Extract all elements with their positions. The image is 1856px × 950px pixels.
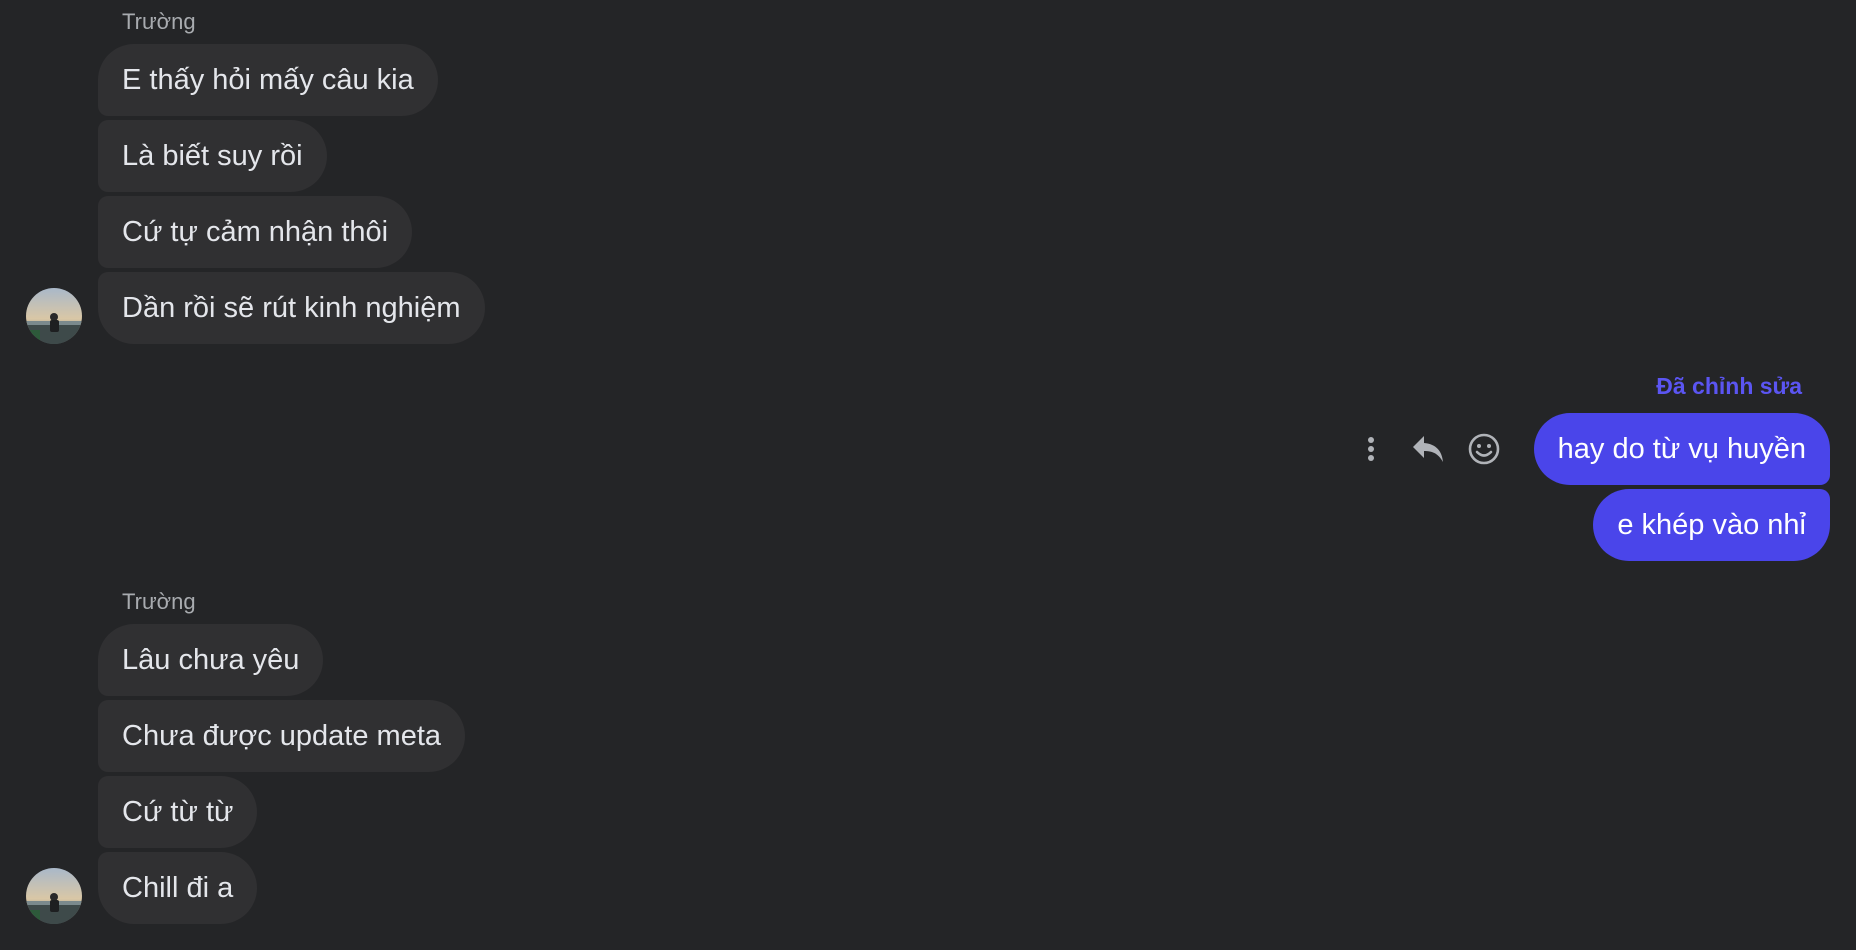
- react-button[interactable]: [1460, 425, 1508, 473]
- chat-thread: Trường E thấy hỏi mấy câu kia Là biết su…: [0, 0, 1856, 950]
- avatar-photo-icon: [26, 288, 82, 344]
- more-options-button[interactable]: [1347, 425, 1395, 473]
- incoming-message[interactable]: Cứ tự cảm nhận thôi: [98, 196, 413, 268]
- avatar[interactable]: [26, 868, 82, 924]
- incoming-message[interactable]: Là biết suy rồi: [98, 120, 327, 192]
- sender-name: Trường: [122, 9, 196, 34]
- outgoing-message[interactable]: hay do từ vụ huyền: [1533, 413, 1830, 485]
- more-vertical-icon: [1368, 437, 1374, 461]
- incoming-message[interactable]: Cứ từ từ: [98, 776, 258, 848]
- sender-name: Trường: [122, 589, 196, 614]
- avatar-photo-icon: [26, 868, 82, 924]
- edited-label: Đã chỉnh sửa: [1656, 373, 1802, 399]
- avatar[interactable]: [26, 288, 82, 344]
- incoming-message[interactable]: E thấy hỏi mấy câu kia: [98, 44, 438, 116]
- reply-button[interactable]: [1404, 425, 1452, 473]
- incoming-message[interactable]: Lâu chưa yêu: [98, 624, 324, 696]
- outgoing-message[interactable]: e khép vào nhỉ: [1593, 489, 1830, 561]
- incoming-message[interactable]: Dần rồi sẽ rút kinh nghiệm: [98, 272, 485, 344]
- incoming-message[interactable]: Chưa được update meta: [98, 700, 466, 772]
- reply-icon: [1413, 436, 1443, 462]
- incoming-message[interactable]: Chill đi a: [98, 852, 258, 924]
- smiley-icon: [1468, 433, 1500, 465]
